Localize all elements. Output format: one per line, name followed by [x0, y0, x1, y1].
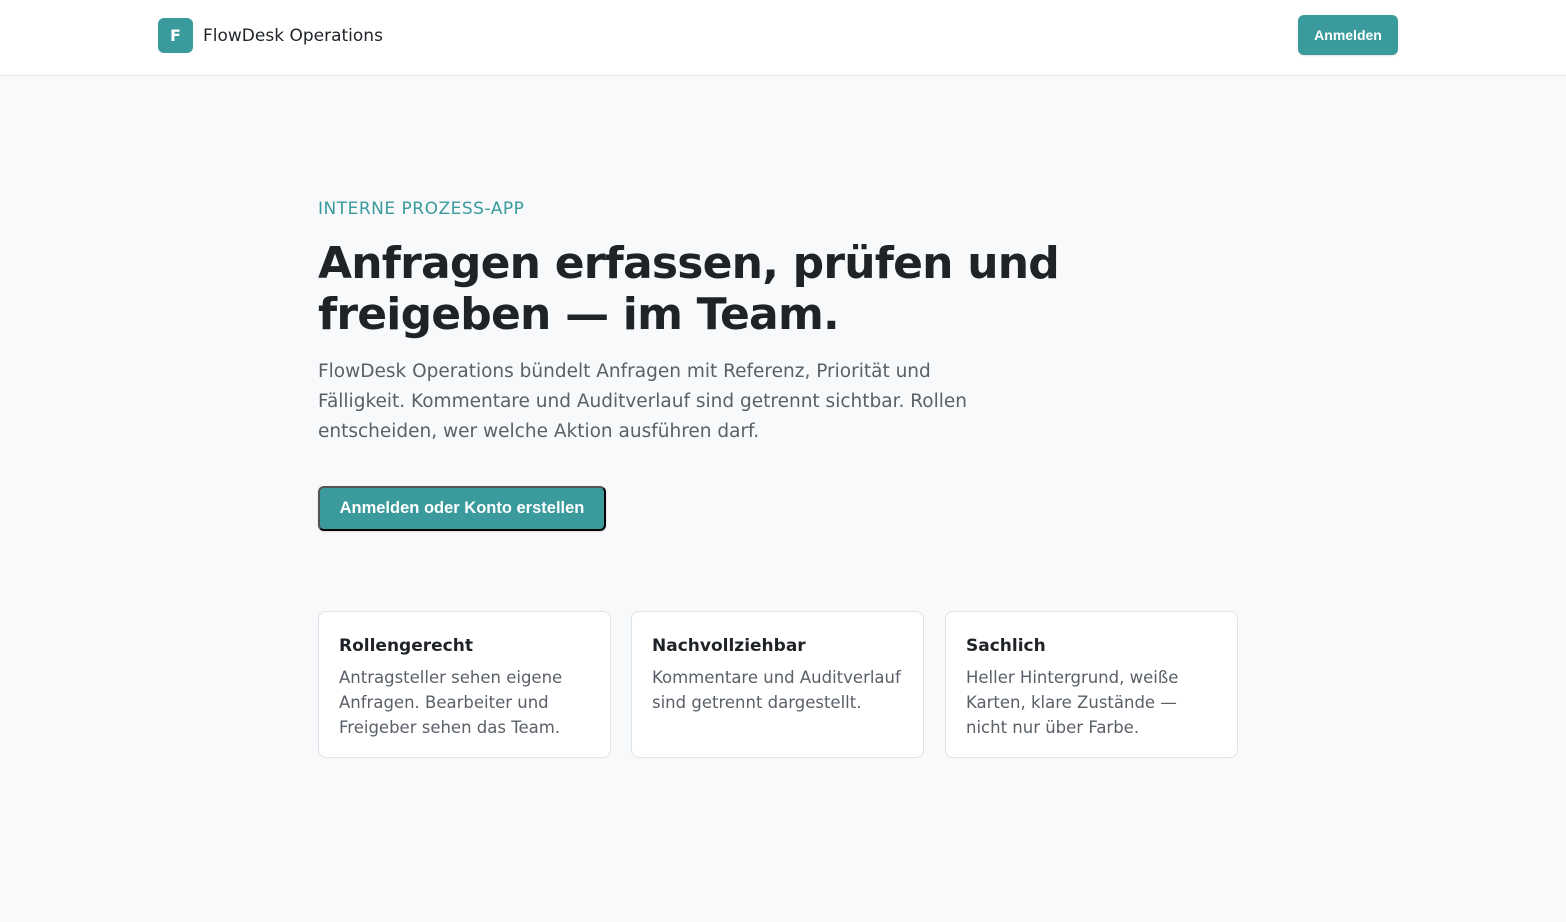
- app-name: FlowDesk Operations: [203, 25, 383, 46]
- page-headline: Anfragen erfassen, prüfen und freigeben …: [318, 238, 1060, 340]
- feature-card-text: Antragsteller sehen eigene Anfragen. Bea…: [339, 668, 563, 737]
- app-logo: F: [158, 18, 193, 53]
- feature-card-objective: Sachlich Heller Hintergrund, weiße Karte…: [945, 611, 1238, 758]
- intro-paragraph: FlowDesk Operations bündelt Anfragen mit…: [318, 361, 967, 442]
- feature-card-title: Nachvollziehbar: [652, 636, 806, 656]
- login-or-register-button[interactable]: Anmelden oder Konto erstellen: [318, 486, 606, 531]
- top-navigation-bar: F FlowDesk Operations Anmelden: [0, 0, 1566, 76]
- feature-card-role-based: Rollengerecht Antragsteller sehen eigene…: [318, 611, 611, 758]
- feature-card-traceable: Nachvollziehbar Kommentare und Auditverl…: [631, 611, 924, 758]
- feature-card-title: Rollengerecht: [339, 636, 473, 656]
- feature-card-text: Heller Hintergrund, weiße Karten, klare …: [966, 668, 1179, 737]
- header-login-button[interactable]: Anmelden: [1298, 15, 1398, 55]
- feature-card-text: Kommentare und Auditverlauf sind getrenn…: [652, 668, 901, 712]
- brand[interactable]: F FlowDesk Operations: [158, 18, 383, 53]
- eyebrow-label: INTERNE PROZESS-APP: [318, 199, 525, 219]
- feature-card-title: Sachlich: [966, 636, 1046, 656]
